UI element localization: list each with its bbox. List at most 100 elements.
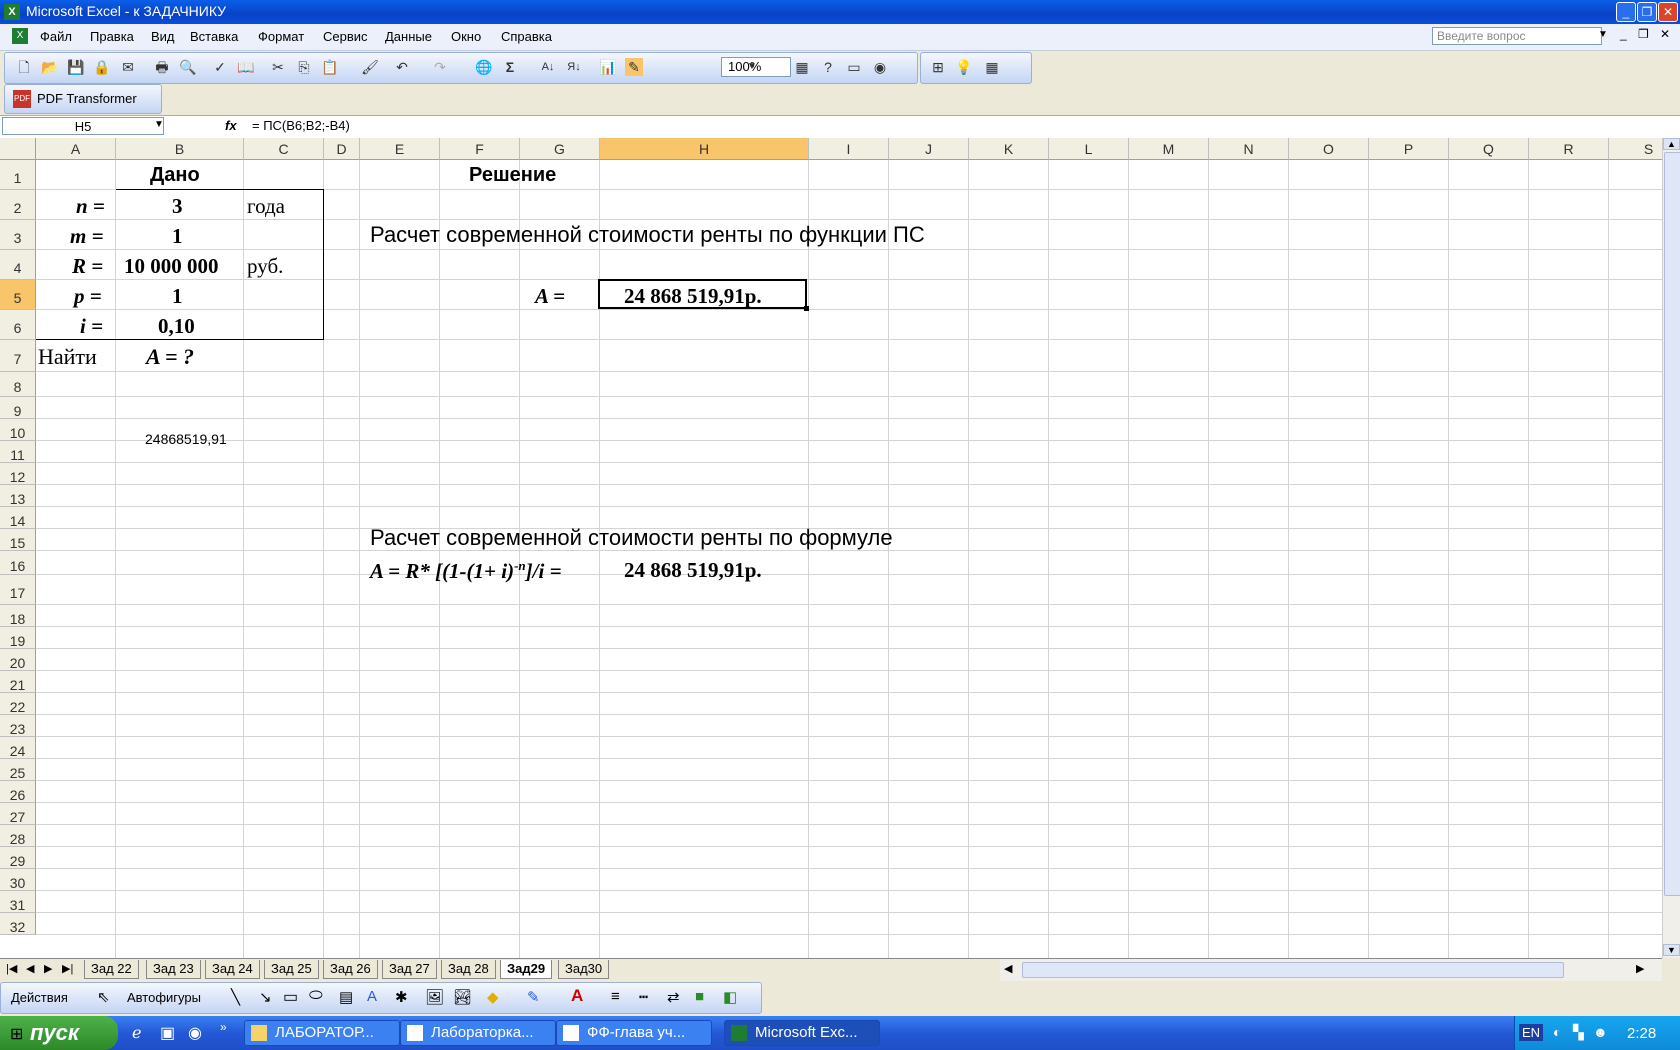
row-header-11[interactable]: 11	[0, 441, 36, 463]
menu-view[interactable]: Вид	[151, 29, 175, 44]
cell-C4[interactable]: руб.	[247, 254, 283, 279]
shadow-icon[interactable]: ■	[695, 988, 704, 1005]
language-indicator[interactable]: EN	[1519, 1024, 1544, 1041]
row-header-27[interactable]: 27	[0, 803, 36, 825]
row-header-29[interactable]: 29	[0, 847, 36, 869]
row-header-10[interactable]: 10	[0, 419, 36, 441]
row-header-14[interactable]: 14	[0, 507, 36, 529]
line-icon[interactable]: ╲	[231, 988, 240, 1006]
fill-color-icon[interactable]: ◆	[487, 988, 499, 1006]
textbox-icon[interactable]: ▤	[339, 988, 353, 1006]
row-header-16[interactable]: 16	[0, 551, 36, 575]
row-header-32[interactable]: 32	[0, 913, 36, 935]
ask-question-input[interactable]: Введите вопрос	[1432, 27, 1602, 45]
borders-icon[interactable]: ▦	[983, 58, 1001, 76]
menu-edit[interactable]: Правка	[90, 29, 134, 44]
drawing-icon[interactable]: ✎	[625, 58, 643, 76]
doc-minimize-button[interactable]: _	[1620, 27, 1627, 41]
close-button[interactable]: ✕	[1658, 2, 1678, 22]
column-header-I[interactable]: I	[809, 138, 889, 160]
sort-descending-icon[interactable]: Я↓	[565, 58, 583, 76]
sheet-tab-4[interactable]: Зад 25	[264, 960, 319, 979]
column-header-Q[interactable]: Q	[1449, 138, 1529, 160]
help-icon[interactable]: ?	[819, 58, 837, 76]
cell-B3[interactable]: 1	[172, 224, 183, 249]
row-header-19[interactable]: 19	[0, 627, 36, 649]
line-color-icon[interactable]: ✎	[527, 988, 540, 1006]
new-icon[interactable]: 🗋	[15, 58, 33, 76]
first-sheet-icon[interactable]: |◀	[6, 962, 17, 975]
desktop-icon[interactable]: ▣	[160, 1023, 175, 1043]
zoom-dropdown-icon[interactable]: ▼	[743, 58, 761, 76]
wordart-icon[interactable]: A	[367, 988, 377, 1005]
doc-restore-button[interactable]: ❐	[1638, 27, 1649, 41]
cell-A2[interactable]: n =	[76, 194, 105, 219]
row-header-20[interactable]: 20	[0, 649, 36, 671]
more-icon[interactable]: »	[220, 1020, 227, 1034]
sheet-tab-2[interactable]: Зад 23	[146, 960, 201, 979]
cell-C2[interactable]: года	[247, 194, 285, 219]
line-style-icon[interactable]: ≡	[611, 988, 620, 1005]
cell-A7[interactable]: Найти	[38, 344, 97, 370]
spelling-icon[interactable]: ✓	[211, 58, 229, 76]
email-icon[interactable]: ✉	[119, 58, 137, 76]
row-header-22[interactable]: 22	[0, 693, 36, 715]
column-header-P[interactable]: P	[1369, 138, 1449, 160]
cell-H5[interactable]: 24 868 519,91р.	[624, 284, 762, 309]
next-sheet-icon[interactable]: ▶	[44, 962, 52, 975]
media-player-icon[interactable]: ◉	[188, 1023, 202, 1043]
cell-G1[interactable]: Решение	[469, 164, 556, 187]
menu-insert[interactable]: Вставка	[190, 29, 238, 44]
pdf-icon[interactable]: PDF	[13, 90, 31, 108]
sheet-tab-6[interactable]: Зад 27	[382, 960, 437, 979]
column-header-N[interactable]: N	[1209, 138, 1289, 160]
row-header-2[interactable]: 2	[0, 190, 36, 220]
hyperlink-icon[interactable]: 🌐	[475, 58, 493, 76]
column-header-F[interactable]: F	[440, 138, 520, 160]
cell-A3[interactable]: m =	[70, 224, 104, 249]
taskbar-item-excel[interactable]: Microsoft Exc...	[724, 1020, 880, 1046]
font-color-icon[interactable]: A	[571, 986, 583, 1006]
redo-icon[interactable]: ↷	[431, 58, 449, 76]
column-header-G[interactable]: G	[520, 138, 600, 160]
column-header-C[interactable]: C	[244, 138, 324, 160]
format-painter-icon[interactable]: 🖌	[361, 58, 379, 76]
cell-B10[interactable]: 24868519,91	[145, 431, 227, 447]
taskbar-item-word2[interactable]: ФФ-глава уч...	[556, 1020, 712, 1046]
horizontal-scroll-thumb[interactable]	[1022, 962, 1564, 978]
vertical-scrollbar[interactable]: ▲ ▼	[1662, 138, 1680, 958]
cell-A6[interactable]: i =	[80, 314, 103, 339]
scroll-down-icon[interactable]: ▼	[1663, 944, 1680, 956]
sort-ascending-icon[interactable]: A↓	[539, 58, 557, 76]
undo-icon[interactable]: ↶	[393, 58, 411, 76]
chevron-down-icon[interactable]: ▼	[1598, 29, 1608, 40]
record-icon[interactable]: ◉	[871, 58, 889, 76]
menu-file[interactable]: Файл	[40, 29, 72, 44]
arrow-style-icon[interactable]: ⇄	[667, 988, 680, 1006]
menu-window[interactable]: Окно	[451, 29, 481, 44]
row-header-3[interactable]: 3	[0, 220, 36, 250]
menu-help[interactable]: Справка	[501, 29, 552, 44]
cell-A4[interactable]: R =	[72, 254, 103, 279]
cell-B6[interactable]: 0,10	[158, 314, 195, 339]
column-header-H[interactable]: H	[600, 138, 809, 160]
row-header-31[interactable]: 31	[0, 891, 36, 913]
row-header-21[interactable]: 21	[0, 671, 36, 693]
vertical-scroll-thumb[interactable]	[1664, 152, 1680, 896]
row-header-12[interactable]: 12	[0, 463, 36, 485]
cell-G5[interactable]: A =	[535, 284, 565, 309]
table-icon[interactable]: ▦	[793, 58, 811, 76]
print-icon[interactable]: 🖶	[153, 58, 171, 76]
window-icon[interactable]: ▭	[845, 58, 863, 76]
paste-icon[interactable]: 📋	[321, 58, 339, 76]
rectangle-icon[interactable]: ▭	[283, 987, 298, 1007]
save-icon[interactable]: 💾	[67, 58, 85, 76]
clipart-icon[interactable]: 🖼	[425, 988, 444, 1006]
clock[interactable]: 2:28	[1627, 1025, 1656, 1042]
sheet-tab-3[interactable]: Зад 24	[205, 960, 260, 979]
menu-data[interactable]: Данные	[385, 29, 432, 44]
cell-B5[interactable]: 1	[172, 284, 183, 309]
pdf-transformer-button[interactable]: PDF Transformer	[37, 91, 137, 106]
diagram-icon[interactable]: ✱	[395, 988, 408, 1006]
spreadsheet-grid[interactable]: ABCDEFGHIJKLMNOPQRS 1 2 3 4 5 6 7 8 9 10 11 12 13 14 1…	[0, 138, 1662, 958]
